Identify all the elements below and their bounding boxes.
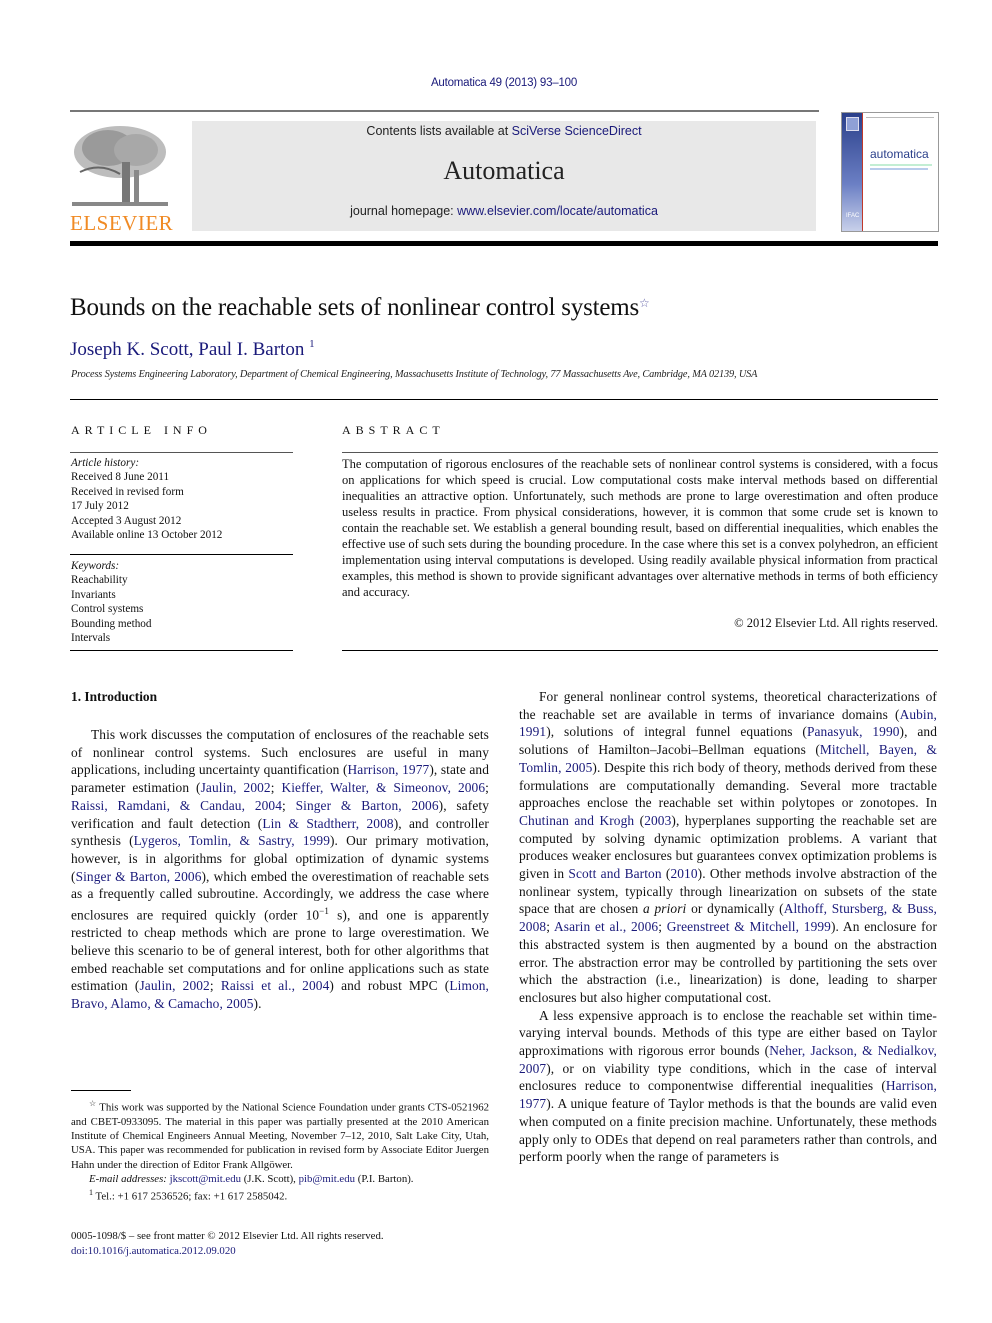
citation-link[interactable]: Harrison, 1977 [348, 762, 430, 777]
tel-text: Tel.: +1 617 2536526; fax: +1 617 258504… [95, 1190, 288, 1203]
elsevier-wordmark: ELSEVIER [70, 211, 174, 235]
history-item: Received 8 June 2011 [71, 471, 170, 484]
body-paragraph: A less expensive approach is to enclose … [519, 1007, 938, 1165]
italic-text: a priori [643, 901, 687, 917]
keywords: Keywords: Reachability Invariants Contro… [71, 559, 152, 645]
citation-link[interactable]: Neher, Jackson, & Nedialkov, 2007 [519, 1043, 937, 1076]
keyword-item: Bounding method [71, 617, 152, 630]
author-footnote-marker[interactable]: 1 [309, 338, 315, 350]
article-history: Article history: Received 8 June 2011 Re… [71, 456, 222, 542]
citation-link[interactable]: Chutinan and Krogh [519, 813, 634, 828]
keyword-item: Intervals [71, 632, 111, 645]
citation-link[interactable]: Raissi et al., 2004 [221, 978, 330, 993]
exponent: −1 [319, 906, 329, 917]
title-divider [70, 399, 938, 400]
journal-title: Automatica [443, 156, 565, 185]
title-footnote-star-icon[interactable]: ☆ [639, 296, 650, 310]
paper-title-text: Bounds on the reachable sets of nonlinea… [70, 294, 640, 321]
affiliation: Process Systems Engineering Laboratory, … [71, 369, 758, 380]
contents-line: Contents lists available at SciVerse Sci… [192, 124, 816, 138]
citation-link[interactable]: Singer & Barton, 2006 [76, 869, 202, 884]
homepage-prefix: journal homepage: [350, 204, 458, 218]
body-column-left: This work discusses the computation of e… [71, 726, 489, 1013]
email-footnote: E-mail addresses: jkscott@mit.edu (J.K. … [71, 1172, 489, 1186]
tel-footnote: 1 Tel.: +1 617 2536526; fax: +1 617 2585… [71, 1186, 489, 1204]
citation-link[interactable]: Raissi, Ramdani, & Candau, 2004 [71, 798, 282, 813]
paper-title: Bounds on the reachable sets of nonlinea… [70, 294, 650, 322]
funding-text: This work was supported by the National … [71, 1101, 489, 1171]
footnote-divider [71, 1090, 131, 1091]
elsevier-logo: ELSEVIER [70, 122, 174, 235]
footnote-marker: 1 [89, 1188, 93, 1198]
journal-homepage-link[interactable]: www.elsevier.com/locate/automatica [457, 204, 658, 218]
keyword-item: Invariants [71, 588, 116, 601]
divider [70, 554, 293, 555]
citation-link[interactable]: Panasyuk, 1990 [807, 724, 900, 739]
elsevier-tree-icon [70, 122, 170, 210]
cover-emblem-icon [846, 117, 859, 131]
homepage-line: journal homepage: www.elsevier.com/locat… [192, 204, 816, 218]
header-thick-rule [70, 241, 938, 246]
citation-link[interactable]: Lin & Stadtherr, 2008 [262, 816, 393, 831]
divider [342, 452, 938, 453]
doi-link[interactable]: doi:10.1016/j.automatica.2012.09.020 [71, 1245, 236, 1257]
citation-link[interactable]: 2003 [644, 813, 671, 828]
citation-link[interactable]: Kieffer, Walter, & Simeonov, 2006 [281, 780, 485, 795]
email-link-scott[interactable]: jkscott@mit.edu [170, 1173, 241, 1185]
ifac-badge-icon: IFAC [846, 213, 860, 219]
history-item: 17 July 2012 [71, 500, 129, 513]
history-item: Received in revised form [71, 485, 184, 498]
body-paragraph: For general nonlinear control systems, t… [519, 689, 938, 1005]
citation-link[interactable]: Singer & Barton, 2006 [296, 798, 439, 813]
body-column-right: For general nonlinear control systems, t… [519, 688, 937, 1166]
issn-line: 0005-1098/$ – see front matter © 2012 El… [71, 1230, 384, 1242]
keywords-label: Keywords: [71, 560, 120, 572]
citation-link[interactable]: 2010 [670, 866, 697, 881]
front-matter: 0005-1098/$ – see front matter © 2012 El… [71, 1229, 384, 1258]
contents-prefix: Contents lists available at [366, 124, 512, 138]
keyword-item: Control systems [71, 603, 144, 616]
divider [342, 650, 938, 651]
citation-link[interactable]: Mitchell, Bayen, & Tomlin, 2005 [519, 742, 937, 775]
cover-divider [862, 113, 863, 231]
abstract-copyright: © 2012 Elsevier Ltd. All rights reserved… [734, 616, 938, 630]
cover-title: automatica [870, 147, 929, 161]
section-heading-introduction: 1. Introduction [71, 689, 158, 704]
citation-link[interactable]: Jaulin, 2002 [139, 978, 209, 993]
journal-reference-link[interactable]: Automatica 49 (2013) 93–100 [0, 77, 992, 89]
citation-link[interactable]: Lygeros, Tomlin, & Sastry, 1999 [134, 833, 330, 848]
footnotes: ☆ This work was supported by the Nationa… [71, 1097, 489, 1204]
abstract-text: The computation of rigorous enclosures o… [342, 457, 938, 599]
authors-link[interactable]: Joseph K. Scott, Paul I. Barton [70, 339, 304, 360]
citation-link[interactable]: Jaulin, 2002 [201, 780, 271, 795]
body-paragraph: This work discusses the computation of e… [71, 727, 490, 1012]
article-info-heading: ARTICLE INFO [71, 423, 212, 437]
header-divider [70, 110, 819, 112]
citation-link[interactable]: Scott and Barton [568, 866, 661, 881]
citation-link[interactable]: Asarin et al., 2006 [554, 919, 658, 934]
history-label: Article history: [71, 457, 140, 469]
cover-header-line [866, 117, 934, 118]
history-item: Accepted 3 August 2012 [71, 514, 182, 527]
email-owner: (J.K. Scott), [241, 1173, 299, 1186]
author-list: Joseph K. Scott, Paul I. Barton 1 [70, 338, 315, 361]
footnote-star-icon: ☆ [89, 1099, 97, 1108]
citation-link[interactable]: Harrison, 1977 [519, 1078, 937, 1111]
journal-masthead: Contents lists available at SciVerse Sci… [192, 121, 816, 231]
journal-cover-thumbnail[interactable]: automatica IFAC [841, 112, 939, 232]
cover-subtitle-line [870, 168, 928, 170]
keyword-item: Reachability [71, 574, 128, 587]
divider [70, 650, 293, 651]
divider [70, 452, 293, 453]
citation-link[interactable]: Greenstreet & Mitchell, 1999 [667, 919, 831, 934]
history-item: Available online 13 October 2012 [71, 529, 223, 542]
email-label: E-mail addresses: [89, 1173, 170, 1186]
abstract-heading: ABSTRACT [342, 423, 445, 437]
email-owner: (P.I. Barton). [355, 1173, 414, 1186]
sciencedirect-link[interactable]: SciVerse ScienceDirect [512, 124, 642, 138]
funding-footnote: ☆ This work was supported by the Nationa… [71, 1097, 489, 1172]
cover-subtitle-line [870, 164, 932, 166]
email-link-barton[interactable]: pib@mit.edu [299, 1173, 355, 1185]
